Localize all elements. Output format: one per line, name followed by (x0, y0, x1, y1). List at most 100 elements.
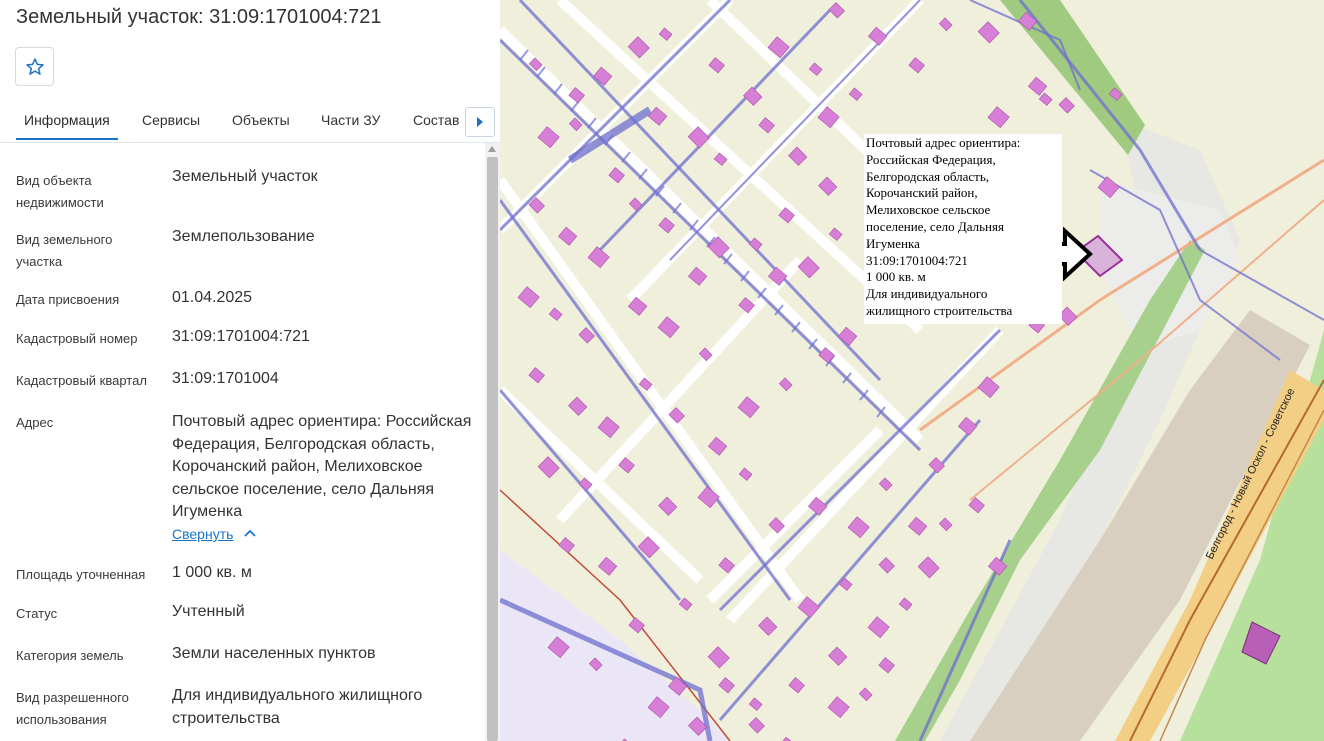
value-assignment-date: 01.04.2025 (172, 289, 253, 306)
value-object-type: Земельный участок (172, 168, 318, 185)
value-land-type: Землепользование (172, 228, 315, 245)
building (648, 106, 668, 126)
label-assignment-date: Дата присвоения (16, 292, 120, 307)
building (758, 117, 775, 134)
value-permitted-use: Для индивидуального жилищного строительс… (172, 687, 423, 727)
building (828, 227, 843, 241)
building (827, 696, 850, 719)
building (587, 246, 610, 269)
chevron-right-icon (477, 117, 483, 127)
building (908, 57, 925, 74)
building (928, 457, 945, 474)
tabs-next-button[interactable] (465, 107, 495, 137)
building (537, 126, 560, 149)
popup-line: поселение, село Дальняя (866, 218, 1004, 234)
building (878, 557, 895, 574)
building (708, 436, 728, 456)
tab-information[interactable]: Информация (24, 112, 110, 128)
building (808, 62, 823, 76)
building (517, 286, 540, 309)
tab-composition[interactable]: Состав (413, 112, 459, 128)
label-address: Адрес (16, 415, 54, 430)
building (797, 256, 820, 279)
building (598, 556, 618, 576)
popup-line: Корочанский район, (866, 185, 978, 201)
scrollbar[interactable] (485, 143, 500, 741)
building (878, 477, 893, 492)
street (726, 326, 1004, 624)
building (828, 646, 848, 666)
building (658, 217, 675, 234)
label-status: Статус (16, 606, 58, 621)
active-tab-indicator (16, 138, 118, 140)
building (778, 377, 793, 392)
popup-line: Игуменка (866, 235, 920, 251)
building (748, 717, 765, 734)
building (848, 87, 863, 101)
building (718, 677, 735, 694)
building (708, 57, 725, 74)
label-cadastral-number: Кадастровый номер (16, 331, 138, 346)
building (548, 307, 563, 321)
scroll-up-arrow-icon[interactable] (488, 146, 496, 152)
tab-services[interactable]: Сервисы (142, 112, 200, 128)
value-address: Почтовый адрес ориентира: Российская Фед… (172, 413, 472, 520)
favorite-button[interactable] (15, 47, 54, 86)
building (718, 557, 735, 574)
building (828, 2, 845, 19)
building (658, 27, 673, 41)
building (748, 697, 763, 711)
label-object-type: Вид объекта недвижимости (16, 173, 104, 210)
popup-line: Мелиховское сельское (866, 202, 991, 218)
building (658, 496, 678, 516)
map-view[interactable]: Белгород - Новый Оскол - Советское (500, 0, 1324, 741)
building (878, 657, 895, 674)
info-panel: Земельный участок: 31:09:1701004:721 Инф… (0, 0, 500, 741)
building (847, 516, 870, 539)
building (987, 106, 1010, 129)
map-canvas[interactable]: Белгород - Новый Оскол - Советское (500, 0, 1324, 741)
building (688, 266, 708, 286)
building (558, 537, 575, 554)
value-cadastral-quarter: 31:09:1701004 (172, 370, 279, 387)
label-land-category: Категория земель (16, 648, 124, 663)
building (838, 326, 858, 346)
building (743, 86, 763, 106)
building (748, 237, 763, 251)
building (657, 316, 680, 339)
building (958, 416, 978, 436)
building (818, 176, 838, 196)
building (558, 226, 578, 246)
building (597, 416, 620, 439)
building (628, 617, 645, 634)
popup-line: 1 000 кв. м (866, 269, 926, 285)
popup-line: Российская Федерация, (866, 151, 996, 167)
tab-objects[interactable]: Объекты (232, 112, 290, 128)
building (737, 396, 760, 419)
label-cadastral-quarter: Кадастровый квартал (16, 373, 147, 388)
label-land-type: Вид земельного участка (16, 232, 113, 269)
building (788, 677, 805, 694)
label-area: Площадь уточненная (16, 567, 146, 582)
collapse-link[interactable]: Свернуть (172, 526, 233, 542)
building (707, 646, 730, 669)
building (908, 516, 928, 536)
value-cadastral-number: 31:09:1701004:721 (172, 328, 310, 345)
industrial-zone (500, 480, 730, 741)
map-popup: Почтовый адрес ориентира: Российская Фед… (864, 134, 1062, 324)
label-permitted-use: Вид разрешенного использования (16, 690, 129, 727)
building (568, 396, 588, 416)
tab-bar: Информация Сервисы Объекты Части ЗУ Сост… (0, 100, 500, 143)
popup-line: жилищного строительства (866, 302, 1013, 318)
tab-land-parts[interactable]: Части ЗУ (321, 112, 380, 128)
building (938, 17, 953, 32)
chevron-up-icon[interactable] (243, 528, 257, 540)
building (788, 146, 808, 166)
building (758, 616, 778, 636)
popup-line: 31:09:1701004:721 (866, 252, 968, 268)
building (977, 21, 1000, 44)
scrollbar-thumb[interactable] (487, 157, 498, 741)
value-status: Учтенный (172, 603, 245, 620)
building (627, 36, 650, 59)
building (608, 167, 625, 184)
